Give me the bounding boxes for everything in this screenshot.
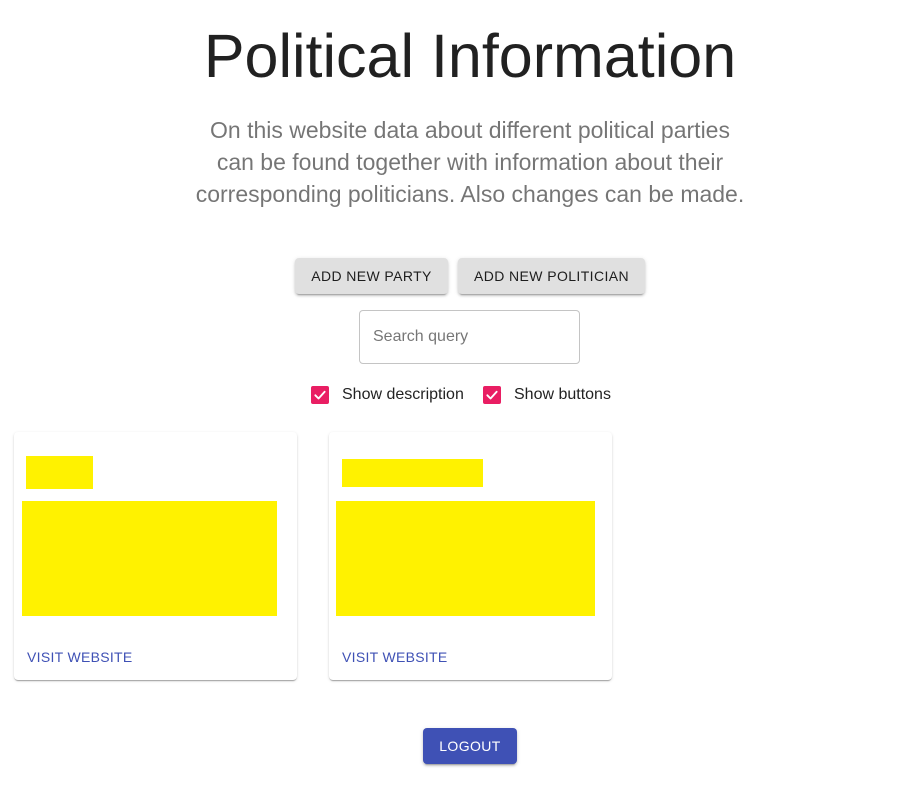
party-card: VISIT WEBSITE (329, 432, 612, 680)
page: Political Information On this website da… (0, 0, 924, 787)
show-description-checkbox[interactable] (311, 386, 329, 404)
intro-text: On this website data about different pol… (195, 117, 745, 207)
add-party-button[interactable]: ADD NEW PARTY (295, 258, 448, 294)
show-buttons-checkbox-row[interactable]: Show buttons (483, 383, 611, 407)
visit-website-link[interactable]: VISIT WEBSITE (27, 649, 133, 665)
redacted-card-image (336, 501, 595, 616)
redacted-card-title (342, 459, 483, 487)
show-description-checkbox-row[interactable]: Show description (311, 383, 464, 407)
show-buttons-label: Show buttons (514, 386, 611, 403)
checkmark-icon (314, 390, 326, 400)
add-politician-button[interactable]: ADD NEW POLITICIAN (458, 258, 645, 294)
show-description-label: Show description (342, 386, 464, 403)
show-buttons-checkbox[interactable] (483, 386, 501, 404)
checkmark-icon (486, 390, 498, 400)
redacted-card-title (26, 456, 93, 489)
page-title: Political Information (203, 22, 737, 90)
redacted-card-image (22, 501, 277, 616)
visit-website-link[interactable]: VISIT WEBSITE (342, 649, 448, 665)
search-input[interactable] (359, 310, 580, 364)
party-card: VISIT WEBSITE (14, 432, 297, 680)
logout-button[interactable]: LOGOUT (423, 728, 517, 764)
